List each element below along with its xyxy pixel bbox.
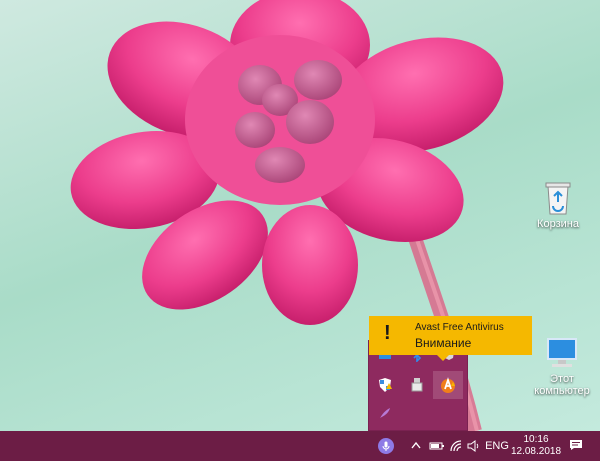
clock-time: 10:16 — [523, 434, 549, 445]
input-language-indicator[interactable]: ENG — [484, 431, 510, 461]
recycle-bin-label: Корзина — [537, 218, 579, 230]
this-pc-icon — [542, 335, 582, 371]
toast-app-name: Avast Free Antivirus — [415, 322, 504, 333]
desktop: Корзина Этот компьютер ! Avast Free Anti… — [0, 0, 600, 431]
security-center-icon[interactable] — [371, 373, 399, 397]
toast-message: Внимание — [415, 336, 472, 350]
volume-icon[interactable] — [465, 431, 483, 461]
toast-pointer — [437, 355, 449, 361]
this-pc-label-line2: компьютер — [534, 385, 590, 397]
recycle-bin-icon — [538, 180, 578, 216]
cortana-button[interactable] — [374, 431, 398, 461]
chevron-up-icon — [411, 440, 421, 452]
clock-date: 12.08.2018 — [510, 446, 562, 457]
avast-toast-notification[interactable]: ! Avast Free Antivirus Внимание — [369, 316, 532, 355]
clock[interactable]: 10:16 12.08.2018 — [510, 431, 562, 461]
wifi-icon[interactable] — [447, 431, 465, 461]
taskbar: ENG 10:16 12.08.2018 — [0, 431, 600, 461]
this-pc-shortcut[interactable]: Этот компьютер — [527, 335, 597, 397]
usb-device-icon[interactable] — [403, 373, 431, 397]
battery-icon[interactable] — [428, 431, 446, 461]
action-center-button[interactable] — [565, 431, 587, 461]
show-hidden-icons-button[interactable] — [407, 431, 425, 461]
exclamation-icon: ! — [384, 322, 391, 344]
avast-icon[interactable] — [433, 371, 463, 399]
recycle-bin-shortcut[interactable]: Корзина — [523, 180, 593, 230]
wallpaper-flower — [70, 0, 504, 431]
microphone-icon — [378, 438, 394, 454]
notification-icon — [569, 439, 583, 454]
this-pc-label-line1: Этот — [550, 373, 574, 385]
feather-icon[interactable] — [371, 401, 399, 425]
